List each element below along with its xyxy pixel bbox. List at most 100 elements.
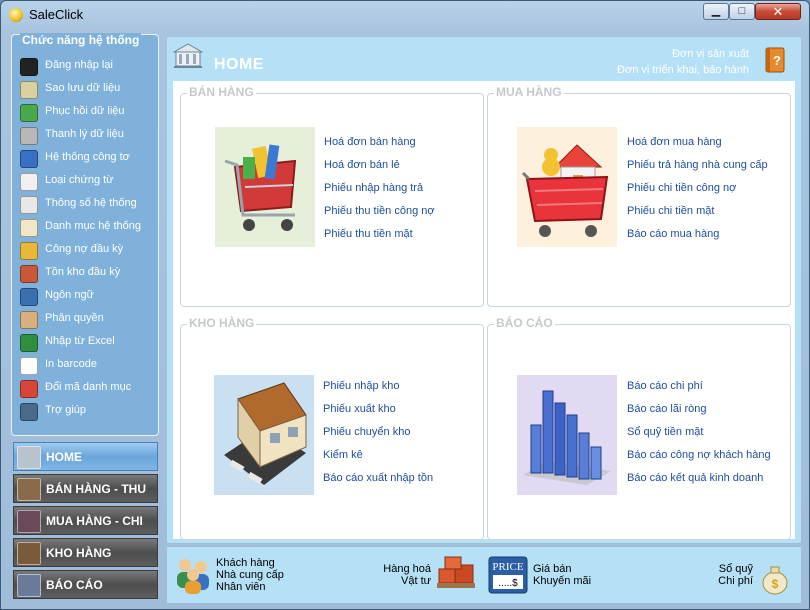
warehouse-building-icon [214, 375, 314, 495]
function-link[interactable]: Phiếu xuất kho [323, 403, 433, 426]
sidebar-item[interactable]: In barcode [16, 354, 154, 377]
sales-group: BÁN HÀNG Hoá đơn bán hàng Hoá đơn bán lẻ P… [180, 85, 484, 307]
home-icon [17, 446, 41, 469]
report-icon [17, 574, 41, 597]
function-link[interactable]: Phiếu chuyển kho [323, 426, 433, 449]
function-link[interactable]: Phiếu nhập hàng trả [324, 182, 435, 205]
nav-label: MUA HÀNG - CHI [46, 514, 143, 528]
sidebar-item[interactable]: Đổi mã danh mục [16, 377, 154, 400]
sidebar-item[interactable]: Loại chứng từ [16, 170, 154, 193]
function-link[interactable]: Phiếu chi tiền mặt [627, 205, 768, 228]
function-link[interactable]: Báo cáo lãi ròng [627, 403, 771, 426]
function-link[interactable]: Hoá đơn bán lẻ [324, 159, 435, 182]
vendor-links: Đơn vị sản xuất Đơn vị triển khai, bảo h… [617, 46, 749, 78]
sidebar-item[interactable]: Đăng nhập lại [16, 55, 154, 78]
purchase-links: Hoá đơn mua hàng Phiếu trả hàng nhà cung … [627, 136, 768, 251]
restore-icon [20, 104, 38, 122]
function-link[interactable]: Phiếu chi tiền công nợ [627, 182, 768, 205]
content-area: BÁN HÀNG Hoá đơn bán hàng Hoá đơn bán lẻ P… [173, 81, 795, 540]
price-tag-label: .....$ [498, 578, 518, 589]
function-link[interactable]: Báo cáo mua hàng [627, 228, 768, 251]
purchase-group-label: MUA HÀNG [494, 85, 564, 99]
money-bag-icon[interactable]: $ [757, 559, 793, 595]
function-link[interactable]: Phiếu thu tiền công nợ [324, 205, 435, 228]
goods-shortcut[interactable]: Hàng hoá Vật tư [382, 563, 431, 587]
employees-link[interactable]: Nhân viên [216, 581, 284, 593]
sidebar-item[interactable]: Phân quyền [16, 308, 154, 331]
support-link[interactable]: Đơn vị triển khai, bảo hành [617, 62, 749, 78]
function-link[interactable]: Báo cáo công nợ khách hàng [627, 449, 771, 472]
goods-link[interactable]: Hàng hoá [382, 563, 431, 575]
nav-label: BÁN HÀNG - THU [46, 482, 146, 496]
help-book-icon[interactable]: ? [763, 46, 787, 74]
manufacturer-link[interactable]: Đơn vị sản xuất [617, 46, 749, 62]
contacts-shortcut[interactable]: Khách hàng Nhà cung cấp Nhân viên [216, 557, 284, 593]
prices-shortcut[interactable]: Giá bán Khuyến mãi [533, 563, 591, 587]
function-link[interactable]: Báo cáo kết quả kinh doanh [627, 472, 771, 495]
price-tag-icon[interactable]: PRICE .....$ [488, 556, 528, 594]
close-button[interactable]: ✕ [755, 3, 801, 20]
nav-purchase[interactable]: MUA HÀNG - CHI [13, 506, 158, 535]
help-icon [20, 403, 38, 421]
warehouse-links: Phiếu nhập kho Phiếu xuất kho Phiếu chuyển… [323, 380, 433, 495]
nav-warehouse[interactable]: KHO HÀNG [13, 538, 158, 567]
sidebar-item[interactable]: Danh mục hệ thống [16, 216, 154, 239]
sidebar-item[interactable]: Nhập từ Excel [16, 331, 154, 354]
sidebar: Chức năng hệ thống Đăng nhập lại Sao lưu … [11, 33, 159, 438]
materials-link[interactable]: Vật tư [382, 575, 431, 587]
cashbook-link[interactable]: Sổ quỹ [707, 563, 753, 575]
sidebar-item[interactable]: Hệ thống công tơ [16, 147, 154, 170]
boxes-icon[interactable] [435, 555, 477, 593]
people-icon[interactable] [173, 555, 213, 595]
sidebar-item-label: Hệ thống công tơ [45, 151, 130, 163]
function-link[interactable]: Phiếu trả hàng nhà cung cấp [627, 159, 768, 182]
suppliers-link[interactable]: Nhà cung cấp [216, 569, 284, 581]
sidebar-item-label: Phân quyền [45, 312, 104, 324]
minimize-button[interactable]: ▁ [703, 3, 729, 20]
change-code-icon [20, 380, 38, 398]
svg-text:$: $ [772, 577, 779, 591]
sidebar-item[interactable]: Sao lưu dữ liệu [16, 78, 154, 101]
sales-links: Hoá đơn bán hàng Hoá đơn bán lẻ Phiếu nhập… [324, 136, 435, 251]
sidebar-item-label: In barcode [45, 358, 97, 370]
sidebar-item[interactable]: Công nợ đầu kỳ [16, 239, 154, 262]
sidebar-item-label: Danh mục hệ thống [45, 220, 142, 232]
report-group-label: BÁO CÁO [494, 316, 555, 330]
database-icon [20, 127, 38, 145]
function-link[interactable]: Sổ quỹ tiền mặt [627, 426, 771, 449]
expenses-link[interactable]: Chi phí [707, 575, 753, 587]
bottom-shortcuts: Khách hàng Nhà cung cấp Nhân viên Hàng h… [167, 547, 801, 603]
sidebar-item[interactable]: Trợ giúp [16, 400, 154, 423]
sidebar-item[interactable]: Thông số hệ thống [16, 193, 154, 216]
function-link[interactable]: Báo cáo chi phí [627, 380, 771, 403]
function-link[interactable]: Phiếu nhập kho [323, 380, 433, 403]
function-link[interactable]: Phiếu thu tiền mặt [324, 228, 435, 251]
login-icon [20, 58, 38, 76]
numbers-icon [20, 150, 38, 168]
system-functions-panel: Chức năng hệ thống Đăng nhập lại Sao lưu … [11, 33, 159, 436]
sale-price-link[interactable]: Giá bán [533, 563, 591, 575]
sidebar-item-label: Thanh lý dữ liệu [45, 128, 124, 140]
cash-shortcut[interactable]: Sổ quỹ Chi phí [707, 563, 753, 587]
promotion-link[interactable]: Khuyến mãi [533, 575, 591, 587]
sidebar-item-label: Đổi mã danh mục [45, 381, 132, 393]
backup-icon [20, 81, 38, 99]
maximize-button[interactable]: □ [729, 3, 755, 20]
sidebar-item[interactable]: Ngôn ngữ [16, 285, 154, 308]
nav-home[interactable]: HOME [13, 442, 158, 471]
sidebar-item[interactable]: Tồn kho đầu kỳ [16, 262, 154, 285]
home-building-icon [173, 43, 203, 68]
title-bar[interactable]: SaleClick ▁ □ ✕ [1, 1, 809, 29]
nav-report[interactable]: BÁO CÁO [13, 570, 158, 599]
customers-link[interactable]: Khách hàng [216, 557, 284, 569]
function-link[interactable]: Kiểm kê [323, 449, 433, 472]
function-link[interactable]: Báo cáo xuất nhập tồn [323, 472, 433, 495]
nav-label: BÁO CÁO [46, 578, 103, 592]
sidebar-item[interactable]: Phục hồi dữ liệu [16, 101, 154, 124]
function-link[interactable]: Hoá đơn bán hàng [324, 136, 435, 159]
main-panel: HOME Đơn vị sản xuất Đơn vị triển khai, … [167, 37, 801, 543]
nav-sales[interactable]: BÁN HÀNG - THU [13, 474, 158, 503]
sidebar-item[interactable]: Thanh lý dữ liệu [16, 124, 154, 147]
purchase-icon [17, 510, 41, 533]
function-link[interactable]: Hoá đơn mua hàng [627, 136, 768, 159]
